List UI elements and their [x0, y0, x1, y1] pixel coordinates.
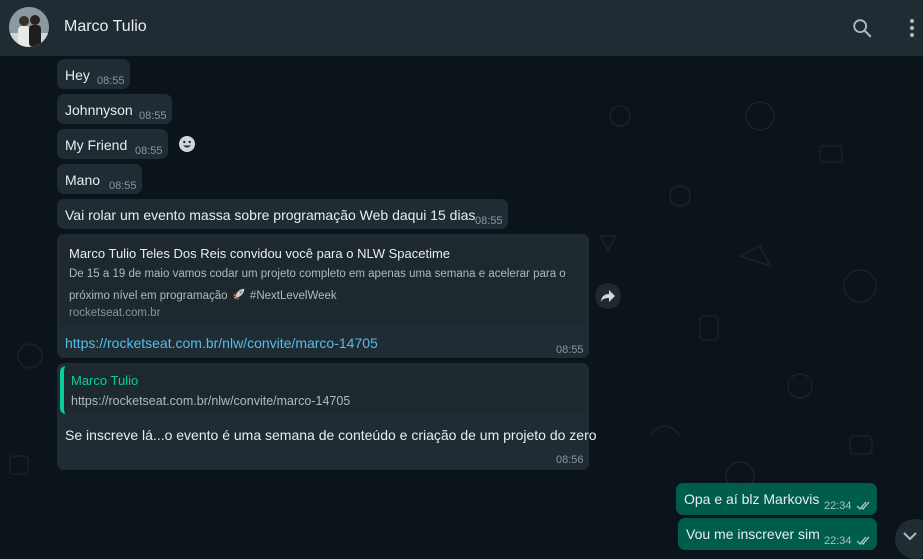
contact-name[interactable]: Marco Tulio — [64, 18, 147, 36]
message-time: 08:55 — [556, 344, 584, 356]
chevron-down-icon — [903, 532, 917, 541]
message-time: 08:56 — [556, 454, 584, 466]
link-preview-hashtag: #NextLevelWeek — [249, 290, 337, 302]
quoted-author: Marco Tulio — [71, 373, 139, 388]
link-preview-card[interactable]: Marco Tulio Teles Dos Reis convidou você… — [60, 237, 586, 325]
avatar[interactable] — [9, 7, 49, 47]
message-bubble[interactable]: Mano 08:55 — [57, 164, 142, 194]
message-time: 08:55 — [139, 110, 167, 122]
link-preview-title: Marco Tulio Teles Dos Reis convidou você… — [69, 246, 451, 261]
quoted-message[interactable]: Marco Tulio https://rocketseat.com.br/nl… — [60, 366, 586, 414]
message-text: Johnnyson — [65, 102, 133, 118]
message-time: 08:55 — [135, 145, 163, 157]
outgoing-message-bubble[interactable]: Vou me inscrever sim 22:34 — [678, 518, 877, 550]
message-text: Mano — [65, 172, 101, 188]
search-icon — [853, 19, 872, 38]
message-text: Se inscreve lá...o evento é uma semana d… — [65, 427, 597, 443]
link-preview-description-line2: próximo nível em programação #NextLevelW… — [69, 287, 337, 302]
message-text: My Friend — [65, 137, 128, 153]
message-time: 08:55 — [109, 180, 137, 192]
message-time: 22:34 — [824, 535, 852, 547]
smiley-icon — [179, 136, 195, 152]
forward-button[interactable] — [595, 283, 621, 309]
search-button[interactable] — [848, 14, 876, 42]
kebab-menu-icon — [910, 19, 914, 37]
double-check-icon — [856, 501, 870, 511]
message-bubble[interactable]: Vai rolar um evento massa sobre programa… — [57, 199, 508, 229]
react-button[interactable] — [177, 134, 197, 154]
message-time: 08:55 — [475, 215, 503, 227]
forward-icon — [601, 290, 615, 302]
outgoing-message-bubble[interactable]: Opa e aí blz Markovis 22:34 — [676, 483, 877, 515]
rocket-icon — [232, 288, 244, 301]
message-time: 22:34 — [824, 500, 852, 512]
message-text: Hey — [65, 67, 90, 83]
message-link[interactable]: https://rocketseat.com.br/nlw/convite/ma… — [65, 335, 378, 351]
quoted-text: https://rocketseat.com.br/nlw/convite/ma… — [71, 394, 351, 408]
message-time: 08:55 — [97, 75, 125, 87]
link-preview-desc-text: próximo nível em programação — [69, 290, 228, 302]
message-text: Opa e aí blz Markovis — [684, 491, 820, 507]
menu-button[interactable] — [898, 14, 923, 42]
message-text: Vai rolar um evento massa sobre programa… — [65, 207, 476, 223]
link-preview-domain: rocketseat.com.br — [69, 307, 161, 319]
link-preview-description: De 15 a 19 de maio vamos codar um projet… — [69, 268, 566, 280]
message-bubble[interactable]: Johnnyson 08:55 — [57, 94, 172, 124]
chat-header: Marco Tulio — [0, 0, 923, 56]
message-bubble[interactable]: My Friend 08:55 — [57, 129, 168, 159]
message-bubble[interactable]: Hey 08:55 — [57, 59, 130, 89]
double-check-icon — [856, 536, 870, 546]
message-text: Vou me inscrever sim — [686, 526, 820, 542]
